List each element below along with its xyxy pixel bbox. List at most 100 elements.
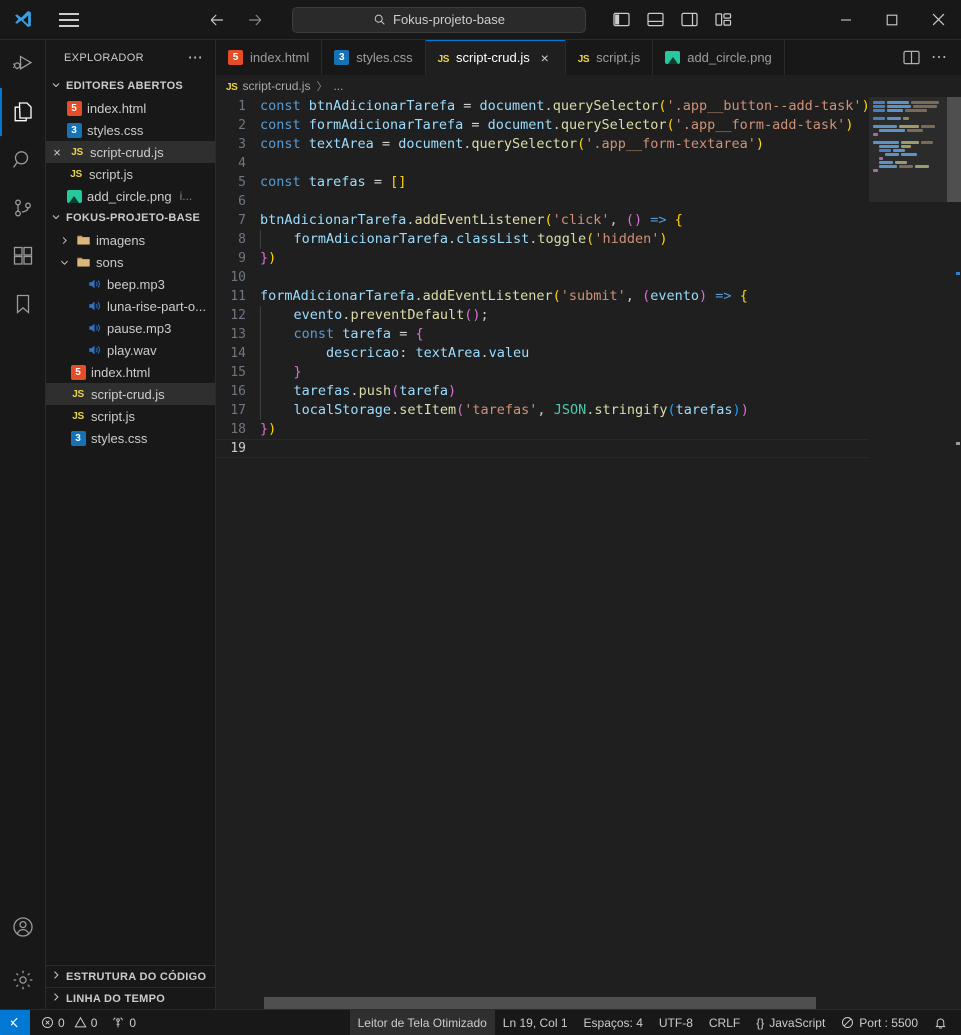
overview-ruler-mark xyxy=(956,272,960,275)
close-button[interactable] xyxy=(915,0,961,40)
tree-item-luna-rise[interactable]: luna-rise-part-o... xyxy=(46,295,215,317)
js-file-icon: JS xyxy=(437,54,450,65)
scrollbar-thumb[interactable] xyxy=(947,97,961,202)
chevron-down-icon xyxy=(50,211,62,226)
warning-count: 0 xyxy=(90,1015,98,1030)
css-file-icon: 3 xyxy=(66,122,82,138)
png-file-icon xyxy=(66,189,82,203)
open-editor-script-crud-js[interactable]: × JS script-crud.js xyxy=(46,141,215,163)
code-line: 15 } xyxy=(216,363,869,382)
status-screen-reader[interactable]: Leitor de Tela Otimizado xyxy=(349,1009,495,1035)
section-open-editors[interactable]: EDITORES ABERTOS xyxy=(46,75,215,97)
status-language-mode[interactable]: {} JavaScript xyxy=(748,1010,833,1035)
tree-item-script-crud-js[interactable]: JS script-crud.js xyxy=(46,383,215,405)
status-ports[interactable]: 0 xyxy=(111,1016,136,1030)
tab-label: index.html xyxy=(250,50,310,65)
code-line: 5 const tarefas = [] xyxy=(216,173,869,192)
tree-item-beep-mp3[interactable]: beep.mp3 xyxy=(46,273,215,295)
more-actions-icon[interactable]: ⋯ xyxy=(927,46,951,70)
activity-item-accounts[interactable] xyxy=(0,903,46,951)
menu-button[interactable] xyxy=(46,9,92,31)
command-center-search[interactable]: Fokus-projeto-base xyxy=(292,6,586,33)
status-encoding[interactable]: UTF-8 xyxy=(651,1010,701,1035)
tab-add-circle-png[interactable]: add_circle.png xyxy=(653,40,785,75)
tab-styles-css[interactable]: 3 styles.css xyxy=(322,40,426,75)
line-number: 1 xyxy=(238,99,246,114)
close-icon[interactable]: × xyxy=(537,50,553,66)
remote-window-button[interactable] xyxy=(0,1009,30,1035)
line-number: 8 xyxy=(238,232,246,247)
editor-horizontal-scrollbar[interactable] xyxy=(264,997,816,1009)
code-line: 1 const btnAdicionarTarefa = document.que… xyxy=(216,97,869,116)
editor-minimap[interactable] xyxy=(869,97,947,1009)
tab-script-js[interactable]: JS script.js xyxy=(565,40,654,75)
open-editor-add-circle-png[interactable]: add_circle.png i... xyxy=(46,185,215,207)
cursor-position-label: Ln 19, Col 1 xyxy=(502,1015,568,1030)
status-notifications[interactable] xyxy=(926,1010,955,1035)
code-line: 8 formAdicionarTarefa.classList.toggle('… xyxy=(216,230,869,249)
tree-item-styles-css[interactable]: 3 styles.css xyxy=(46,427,215,449)
remote-window-icon xyxy=(10,1017,18,1027)
activity-item-explorer[interactable] xyxy=(0,88,46,136)
activity-item-extensions[interactable] xyxy=(0,232,46,280)
breadcrumb: JS script-crud.js 〉 ... xyxy=(216,75,961,97)
tab-label: script-crud.js xyxy=(456,50,530,65)
code-line: 2 const formAdicionarTarefa = document.qu… xyxy=(216,116,869,135)
tree-item-index-html[interactable]: 5 index.html xyxy=(46,361,215,383)
line-number: 12 xyxy=(230,308,246,323)
tree-item-pause-mp3[interactable]: pause.mp3 xyxy=(46,317,215,339)
section-outline[interactable]: ESTRUTURA DO CÓDIGO xyxy=(46,965,215,987)
activity-item-bookmarks[interactable] xyxy=(0,280,46,328)
tab-index-html[interactable]: 5 index.html xyxy=(216,40,323,75)
activity-item-search[interactable] xyxy=(0,136,46,184)
activity-item-settings[interactable] xyxy=(0,951,46,1009)
tree-item-imagens[interactable]: imagens xyxy=(46,229,215,251)
tree-item-play-wav[interactable]: play.wav xyxy=(46,339,215,361)
status-indentation[interactable]: Espaços: 4 xyxy=(576,1010,651,1035)
line-content: localStorage.setItem('tarefas', JSON.str… xyxy=(260,401,869,420)
source-control-icon xyxy=(14,199,31,217)
customize-layout-icon[interactable] xyxy=(710,7,736,33)
audio-file-icon xyxy=(86,321,102,335)
close-icon[interactable]: × xyxy=(50,145,64,160)
back-arrow-icon[interactable] xyxy=(206,9,228,31)
activity-item-source-control[interactable] xyxy=(0,184,46,232)
minimize-button[interactable] xyxy=(823,0,869,40)
line-content: btnAdicionarTarefa.addEventListener('cli… xyxy=(260,212,683,228)
sidebar-collapsed-panels: ESTRUTURA DO CÓDIGO LINHA DO TEMPO xyxy=(46,965,215,1009)
chevron-down-icon xyxy=(58,257,70,268)
code-editor[interactable]: 1 const btnAdicionarTarefa = document.que… xyxy=(216,97,869,1009)
section-workspace-folder[interactable]: FOKUS-PROJETO-BASE xyxy=(46,207,215,229)
toggle-panel-icon[interactable] xyxy=(642,7,668,33)
search-icon xyxy=(12,151,28,168)
code-line: 3 const textArea = document.querySelector… xyxy=(216,135,869,154)
status-live-server[interactable]: Port : 5500 xyxy=(833,1010,926,1035)
tab-script-crud-js[interactable]: JS script-crud.js × xyxy=(425,40,566,75)
js-file-icon: JS xyxy=(72,388,84,400)
open-editor-script-js[interactable]: JS script.js xyxy=(46,163,215,185)
code-line: 18}) xyxy=(216,420,869,439)
sidebar-more-actions-icon[interactable]: ⋯ xyxy=(184,50,207,65)
toggle-secondary-sidebar-icon[interactable] xyxy=(676,7,702,33)
tree-item-script-js[interactable]: JS script.js xyxy=(46,405,215,427)
encoding-label: UTF-8 xyxy=(658,1015,693,1030)
search-icon xyxy=(374,14,385,25)
status-problems[interactable]: 0 0 xyxy=(41,1016,97,1030)
open-editor-styles-css[interactable]: 3 styles.css xyxy=(46,119,215,141)
toggle-primary-sidebar-icon[interactable] xyxy=(608,7,634,33)
forward-arrow-icon[interactable] xyxy=(244,9,266,31)
bookmark-icon xyxy=(16,294,29,314)
breadcrumb-file[interactable]: JS script-crud.js xyxy=(226,79,310,93)
tree-item-label: script-crud.js xyxy=(91,386,165,402)
status-eol[interactable]: CRLF xyxy=(701,1010,748,1035)
breadcrumb-symbol[interactable]: ... xyxy=(333,79,343,93)
activity-item-run-and-debug[interactable] xyxy=(0,40,46,88)
editor-scrollbar[interactable] xyxy=(947,97,961,1009)
section-timeline[interactable]: LINHA DO TEMPO xyxy=(46,987,215,1009)
maximize-button[interactable] xyxy=(869,0,915,40)
status-cursor-position[interactable]: Ln 19, Col 1 xyxy=(495,1010,576,1035)
tree-item-sons[interactable]: sons xyxy=(46,251,215,273)
open-editor-index-html[interactable]: 5 index.html xyxy=(46,97,215,119)
explorer-files-icon xyxy=(14,102,32,122)
split-editor-icon[interactable] xyxy=(899,46,923,70)
